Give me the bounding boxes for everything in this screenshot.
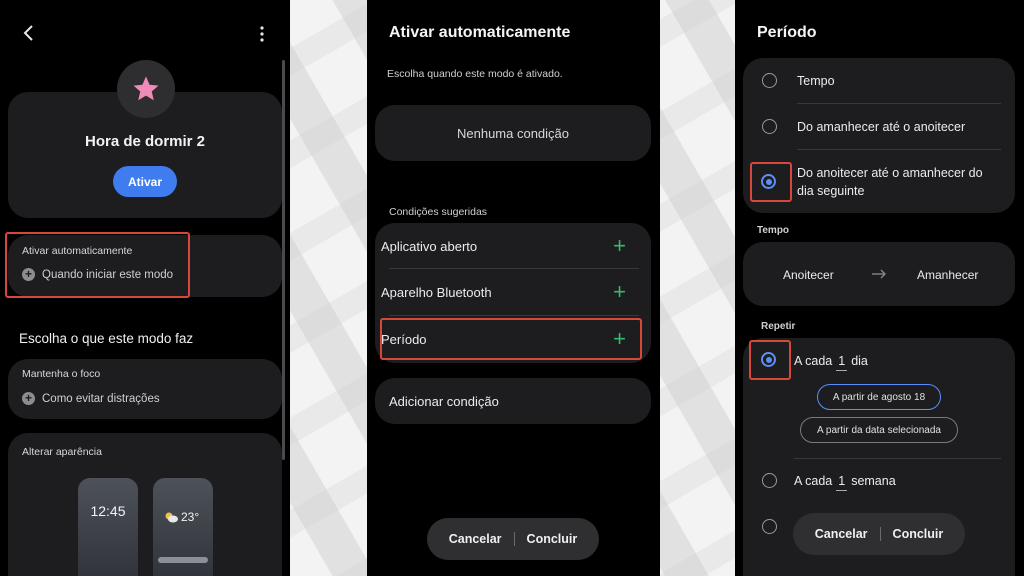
add-condition-card[interactable]: Adicionar condição [375, 378, 651, 424]
add-icon: + [22, 392, 35, 405]
suggestion-label: Aplicativo aberto [381, 238, 478, 254]
suggestion-app-open[interactable]: Aplicativo aberto + [381, 223, 626, 269]
suggested-label: Condições sugeridas [389, 206, 488, 218]
add-icon[interactable]: + [613, 235, 626, 257]
action-bar: Cancelar Concluir [793, 513, 965, 555]
repeat-weekly-row[interactable]: A cada 1 semana [794, 472, 896, 491]
arrow-right-icon [872, 269, 886, 279]
radio-monthly[interactable] [762, 519, 777, 534]
more-options-icon[interactable] [256, 24, 268, 44]
scrollbar[interactable] [282, 60, 285, 460]
repeat-unit: semana [851, 474, 896, 488]
suggestion-bluetooth[interactable]: Aparelho Bluetooth + [381, 269, 626, 315]
option-dusk-dawn[interactable]: Do anoitecer até o amanhecer do dia segu… [797, 164, 1002, 200]
highlight-box [750, 162, 792, 202]
avoid-distractions-row[interactable]: + Como evitar distrações [22, 392, 160, 405]
repeat-label: Repetir [761, 321, 796, 332]
page-title: Ativar automaticamente [389, 24, 571, 41]
divider [797, 103, 1001, 104]
avoid-distractions-label: Como evitar distrações [42, 392, 160, 405]
suggestion-label: Aparelho Bluetooth [381, 284, 492, 300]
highlight-box [5, 232, 190, 298]
radio-dawn-dusk[interactable] [762, 119, 777, 134]
weather-temp: 23° [181, 510, 200, 524]
mode-icon [117, 60, 175, 118]
period-screen: Período Tempo Do amanhecer até o anoitec… [735, 0, 1024, 576]
time-start[interactable]: Anoitecer [783, 268, 834, 282]
auto-activate-screen: Ativar automaticamente Escolha quando es… [367, 0, 660, 576]
highlight-box [380, 318, 642, 360]
divider [794, 458, 1001, 459]
page-title: Período [757, 24, 817, 41]
focus-label: Mantenha o foco [22, 368, 101, 380]
chip-from-selected-date[interactable]: A partir da data selecionada [800, 417, 958, 443]
no-condition-label: Nenhuma condição [456, 125, 570, 141]
repeat-prefix: A cada [794, 354, 833, 368]
back-arrow-icon[interactable] [22, 24, 36, 42]
repeat-number-field[interactable]: 1 [836, 352, 848, 371]
done-button[interactable]: Concluir [881, 527, 956, 541]
action-bar: Cancelar Concluir [427, 518, 599, 560]
highlight-box [749, 340, 791, 380]
done-button[interactable]: Concluir [515, 532, 590, 546]
option-dawn-dusk[interactable]: Do amanhecer até o anoitecer [797, 118, 965, 136]
cancel-button[interactable]: Cancelar [803, 527, 880, 541]
divider [797, 149, 1001, 150]
activate-button[interactable]: Ativar [113, 166, 177, 197]
cancel-button[interactable]: Cancelar [437, 532, 514, 546]
choose-heading: Escolha o que este modo faz [19, 331, 194, 346]
no-condition-card[interactable]: Nenhuma condição [375, 105, 651, 161]
star-icon [133, 76, 159, 101]
weather-widget: 23° [163, 510, 199, 524]
mode-details-screen: Hora de dormir 2 Ativar Ativar automatic… [0, 0, 290, 576]
mode-title: Hora de dormir 2 [84, 133, 206, 150]
dock-bar [158, 557, 208, 563]
lockscreen-preview[interactable] [78, 478, 138, 576]
page-subtitle: Escolha quando este modo é ativado. [387, 68, 563, 80]
cloud-sun-icon [165, 512, 178, 523]
add-icon[interactable]: + [613, 281, 626, 303]
radio-weekly[interactable] [762, 473, 777, 488]
time-label: Tempo [757, 225, 790, 236]
add-condition-label: Adicionar condição [389, 393, 499, 409]
time-end[interactable]: Amanhecer [917, 268, 978, 282]
repeat-daily-row[interactable]: A cada 1 dia [794, 352, 868, 371]
option-time[interactable]: Tempo [797, 72, 835, 90]
repeat-number-field[interactable]: 1 [836, 472, 848, 491]
repeat-unit: dia [851, 354, 868, 368]
clock-time: 12:45 [90, 503, 126, 519]
repeat-prefix: A cada [794, 474, 833, 488]
appearance-label: Alterar aparência [22, 446, 102, 458]
radio-time[interactable] [762, 73, 777, 88]
chip-from-august[interactable]: A partir de agosto 18 [817, 384, 941, 410]
